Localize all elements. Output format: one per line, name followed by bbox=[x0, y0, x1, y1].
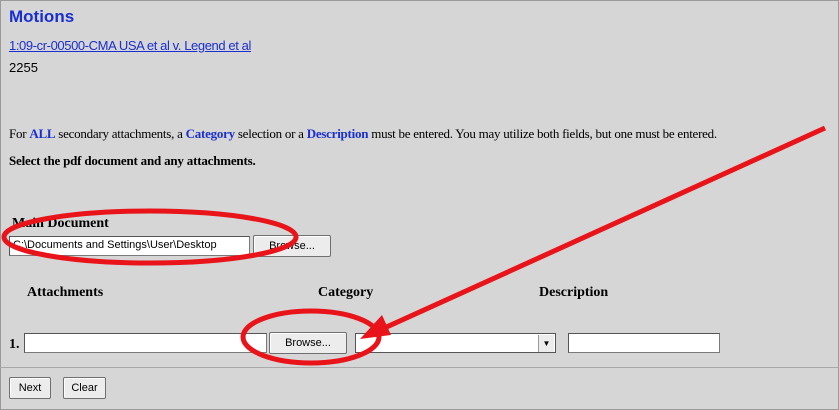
divider bbox=[0, 367, 839, 368]
instr-part1: For bbox=[9, 126, 30, 141]
attachment-file-input[interactable] bbox=[24, 333, 267, 353]
chevron-down-icon[interactable]: ▼ bbox=[538, 335, 554, 352]
instr-description: Description bbox=[306, 126, 369, 141]
case-number: 2255 bbox=[9, 60, 38, 75]
instr-all: ALL bbox=[29, 126, 56, 141]
category-header: Category bbox=[318, 285, 374, 300]
main-document-label: Main Document bbox=[12, 216, 109, 231]
next-button[interactable]: Next bbox=[9, 377, 51, 399]
attachments-header: Attachments bbox=[27, 285, 104, 300]
select-documents-heading: Select the pdf document and any attachme… bbox=[9, 153, 256, 168]
clear-button[interactable]: Clear bbox=[63, 377, 106, 399]
instr-part2: secondary attachments, a bbox=[55, 126, 186, 141]
description-header: Description bbox=[539, 285, 609, 300]
category-select[interactable]: ▼ bbox=[355, 333, 556, 353]
main-document-browse-button[interactable]: Browse... bbox=[253, 235, 331, 257]
instr-part4: must be entered. You may utilize both fi… bbox=[368, 126, 717, 141]
attachment-row-number: 1. bbox=[9, 337, 20, 352]
attachment-instructions: For ALL secondary attachments, a Categor… bbox=[9, 126, 717, 142]
main-document-path-input[interactable]: C:\Documents and Settings\User\Desktop bbox=[9, 236, 250, 256]
attachment-browse-button[interactable]: Browse... bbox=[269, 332, 347, 354]
page-title: Motions bbox=[9, 7, 75, 26]
instr-part3: selection or a bbox=[234, 126, 307, 141]
description-input[interactable] bbox=[568, 333, 720, 353]
instr-category: Category bbox=[185, 126, 236, 141]
case-link[interactable]: 1:09-cr-00500-CMA USA et al v. Legend et… bbox=[9, 38, 251, 53]
